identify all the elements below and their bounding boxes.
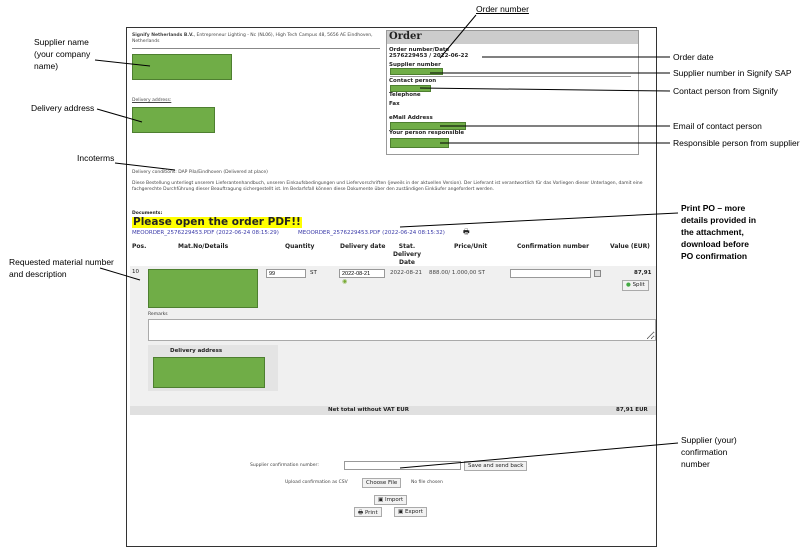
annotation-order-date: Order date (673, 52, 714, 62)
annotation-line: PO confirmation (681, 251, 748, 261)
annotation-print-po: Print PO – more details provided in the at… (681, 202, 756, 262)
annotation-line: (your company (34, 49, 91, 59)
annotation-line: number (681, 459, 710, 469)
annotation-line: details provided in (681, 215, 757, 225)
annotation-order-number: Order number (476, 4, 529, 14)
annotation-material: Requested material number and description (9, 256, 114, 280)
annotation-contact-person: Contact person from Signify (673, 86, 778, 96)
annotation-delivery-address: Delivery address (31, 103, 95, 113)
annotation-confirmation: Supplier (your) confirmation number (681, 434, 737, 470)
annotation-line: download before (681, 239, 749, 249)
annotation-incoterms: Incoterms (77, 153, 115, 163)
annotation-line: and description (9, 269, 67, 279)
annotation-line: confirmation (681, 447, 728, 457)
annotation-supplier-number: Supplier number in Signify SAP (673, 68, 792, 78)
annotation-supplier-name: Supplier name (your company name) (34, 36, 90, 72)
annotation-line: the attachment, (681, 227, 744, 237)
annotation-line: Requested material number (9, 257, 114, 267)
annotation-line: Supplier (your) (681, 435, 737, 445)
annotation-line: name) (34, 61, 59, 71)
annotation-responsible: Responsible person from supplier (673, 138, 800, 148)
annotation-email: Email of contact person (673, 121, 762, 131)
annotation-line: Supplier name (34, 37, 89, 47)
annotation-line: Print PO – more (681, 203, 746, 213)
